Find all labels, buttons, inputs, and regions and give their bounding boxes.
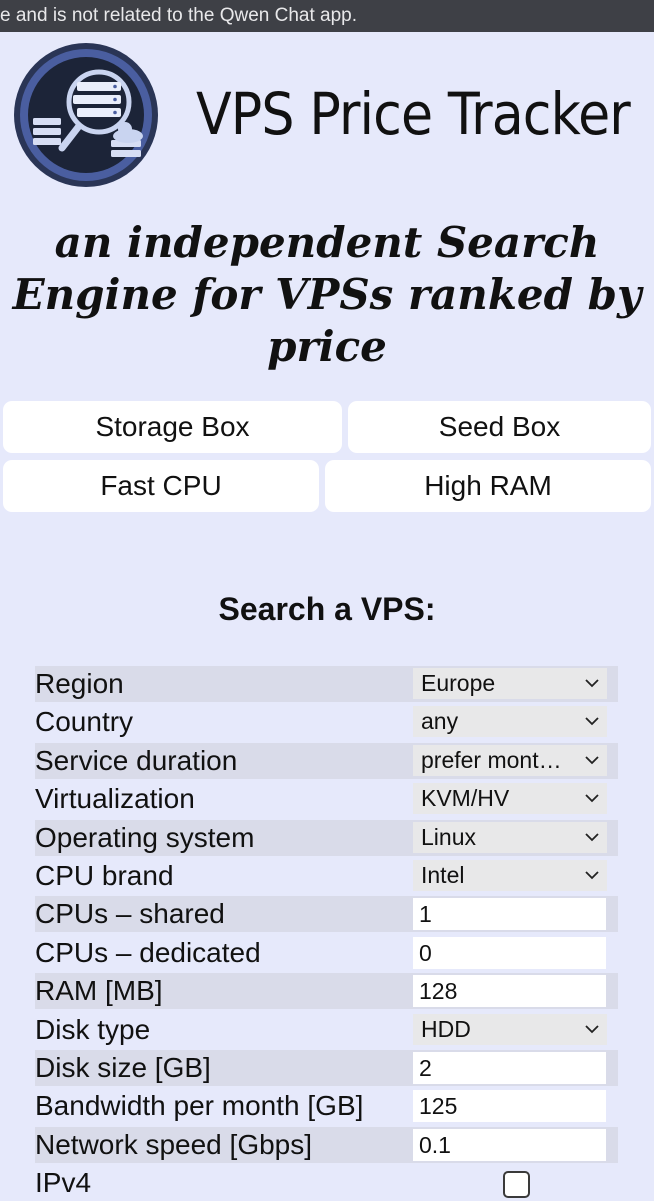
chevron-down-icon [585,871,599,880]
form-row-operating-system: Operating system Linux [35,820,618,856]
chevron-down-icon [585,717,599,726]
form-row-cpus-shared: CPUs – shared 1 [35,896,618,932]
form-row-bandwidth-per-month-gb: Bandwidth per month [GB] 125 [35,1088,618,1124]
field-label: CPU brand [35,860,174,891]
operating-system-select[interactable]: Linux [413,822,607,853]
field-label: Operating system [35,820,410,856]
form-row-disk-size-gb: Disk size [GB] 2 [35,1050,618,1086]
info-banner-text: e and is not related to the Qwen Chat ap… [0,5,358,26]
form-row-network-speed-gbps: Network speed [Gbps] 0.1 [35,1127,618,1163]
field-label: Region [35,666,410,702]
form-row-ipv4: IPv4 [35,1165,618,1201]
chevron-down-icon [585,794,599,803]
select-value: Intel [421,862,465,888]
logo-magnifier-servers-icon [14,43,158,187]
ipv4-checkbox[interactable] [503,1171,530,1198]
select-value: HDD [421,1016,471,1042]
form-row-virtualization: Virtualization KVM/HV [35,781,618,817]
chevron-down-icon [585,1025,599,1034]
field-label: Service duration [35,743,410,779]
field-label: CPUs – dedicated [35,937,261,968]
quick-link-seed-box[interactable]: Seed Box [348,401,651,453]
quick-link-storage-box[interactable]: Storage Box [3,401,342,453]
field-label: Disk size [GB] [35,1050,410,1086]
tagline: an independent Search Engine for VPSs ra… [12,218,642,371]
cpu-brand-select[interactable]: Intel [413,860,607,891]
select-value: any [421,708,459,734]
select-value: KVM/HV [421,785,510,811]
cpus-dedicated-input[interactable]: 0 [413,937,606,969]
disk-size-gb-input[interactable]: 2 [413,1052,606,1084]
form-row-disk-type: Disk type HDD [35,1012,618,1048]
field-label: Country [35,706,134,737]
site-logo[interactable] [7,40,165,190]
disk-type-select[interactable]: HDD [413,1014,607,1045]
form-row-region: Region Europe [35,666,618,702]
chevron-down-icon [585,833,599,842]
field-label: Virtualization [35,783,195,814]
quick-link-fast-cpu[interactable]: Fast CPU [3,460,319,512]
select-value: Europe [421,670,496,696]
chevron-down-icon [585,679,599,688]
virtualization-select[interactable]: KVM/HV [413,783,607,814]
country-select[interactable]: any [413,706,607,737]
service-duration-select[interactable]: prefer mont… [413,745,607,776]
field-label: RAM [MB] [35,973,410,1009]
form-row-service-duration: Service duration prefer mont… [35,743,618,779]
form-row-ram-mb: RAM [MB] 128 [35,973,618,1009]
field-label: Bandwidth per month [GB] [35,1090,364,1121]
form-row-cpu-brand: CPU brand Intel [35,858,618,894]
site-title[interactable]: VPS Price Tracker [196,78,631,150]
ram-mb-input[interactable]: 128 [413,975,606,1007]
form-row-cpus-dedicated: CPUs – dedicated 0 [35,935,618,971]
select-value: Linux [421,824,476,850]
cpus-shared-input[interactable]: 1 [413,898,606,930]
search-heading: Search a VPS: [218,591,436,627]
field-label: Disk type [35,1014,151,1045]
chevron-down-icon [585,756,599,765]
field-label: IPv4 [35,1167,92,1198]
info-banner: e and is not related to the Qwen Chat ap… [0,0,654,32]
region-select[interactable]: Europe [413,668,607,699]
field-label: CPUs – shared [35,896,410,932]
quick-link-high-ram[interactable]: High RAM [325,460,651,512]
field-label: Network speed [Gbps] [35,1127,410,1163]
bandwidth-per-month-gb-input[interactable]: 125 [413,1090,606,1122]
network-speed-gbps-input[interactable]: 0.1 [413,1129,606,1161]
select-value: prefer mont… [421,747,562,773]
form-row-country: Country any [35,704,618,740]
